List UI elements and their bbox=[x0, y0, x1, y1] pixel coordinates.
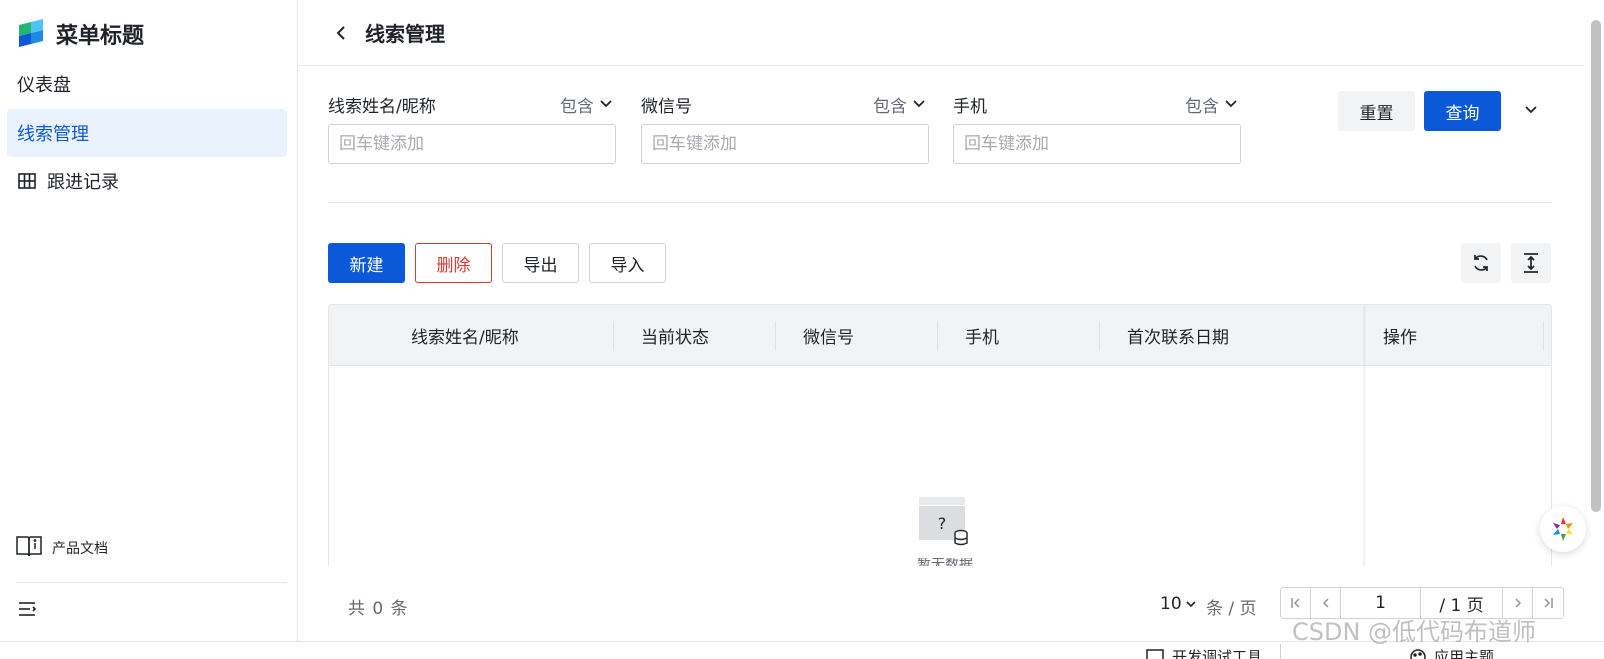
import-button[interactable]: 导入 bbox=[589, 243, 666, 283]
product-docs-link[interactable]: 产品文档 bbox=[16, 534, 108, 562]
sidebar: 菜单标题 仪表盘 线索管理 跟进记录 产品文档 bbox=[0, 0, 298, 641]
empty-text: 暂无数据 bbox=[917, 558, 973, 566]
query-button[interactable]: 查询 bbox=[1424, 91, 1501, 131]
delete-button[interactable]: 删除 bbox=[415, 243, 492, 283]
chevron-right-icon bbox=[1514, 598, 1521, 608]
column-resizer[interactable] bbox=[937, 321, 938, 351]
last-page-button[interactable] bbox=[1533, 588, 1563, 618]
chevron-left-icon bbox=[1322, 598, 1329, 608]
sidebar-item-leads[interactable]: 线索管理 bbox=[7, 109, 287, 157]
total-count: 共 0 条 bbox=[348, 599, 409, 619]
dev-tools-label: 开发调试工具 bbox=[1172, 648, 1263, 659]
app-title: 菜单标题 bbox=[56, 24, 145, 49]
sidebar-item-follow-up[interactable]: 跟进记录 bbox=[7, 157, 287, 205]
logo-icon bbox=[16, 19, 46, 49]
operator-select[interactable]: 包含 bbox=[873, 92, 925, 117]
column-header[interactable]: 操作 bbox=[1383, 305, 1417, 365]
empty-data-icon: ? bbox=[919, 497, 969, 549]
operator-value: 包含 bbox=[1185, 96, 1219, 117]
chevron-down-icon bbox=[1225, 100, 1237, 108]
palette-icon bbox=[1410, 648, 1426, 659]
sidebar-item-label: 跟进记录 bbox=[47, 172, 119, 193]
empty-glyph: ? bbox=[938, 514, 947, 533]
page-size-unit: 条 / 页 bbox=[1206, 599, 1257, 619]
grid-icon bbox=[17, 171, 37, 191]
column-resizer[interactable] bbox=[1543, 321, 1544, 351]
sidebar-divider bbox=[16, 582, 287, 583]
sidebar-item-dashboard[interactable]: 仪表盘 bbox=[7, 60, 287, 108]
row-height-button[interactable] bbox=[1511, 243, 1551, 283]
fixed-column-shadow bbox=[1363, 305, 1367, 566]
page-header: 线索管理 bbox=[299, 0, 1584, 66]
column-header[interactable]: 首次联系日期 bbox=[1127, 305, 1229, 365]
column-resizer[interactable] bbox=[1099, 321, 1100, 351]
operator-select[interactable]: 包含 bbox=[1185, 92, 1237, 117]
column-resizer[interactable] bbox=[775, 321, 776, 351]
bottom-bar-divider bbox=[1280, 644, 1281, 659]
assistant-icon bbox=[1553, 517, 1573, 541]
scrollbar-thumb[interactable] bbox=[1591, 20, 1601, 512]
column-header[interactable]: 手机 bbox=[965, 305, 999, 365]
reset-button[interactable]: 重置 bbox=[1338, 91, 1415, 131]
chevron-down-icon bbox=[913, 100, 925, 108]
expand-filters-icon[interactable] bbox=[1521, 100, 1541, 120]
assistant-button[interactable] bbox=[1540, 506, 1586, 552]
refresh-icon bbox=[1474, 255, 1488, 271]
monitor-icon bbox=[1146, 648, 1164, 659]
export-button[interactable]: 导出 bbox=[502, 243, 579, 283]
page-size-select[interactable]: 10 bbox=[1160, 594, 1196, 614]
table-header: 线索姓名/昵称 当前状态 微信号 手机 首次联系日期 操作 bbox=[329, 305, 1551, 366]
book-icon bbox=[16, 534, 42, 562]
filter-divider bbox=[328, 202, 1552, 203]
dev-tools-button[interactable]: 开发调试工具 bbox=[1146, 646, 1262, 659]
last-page-icon bbox=[1544, 598, 1553, 608]
column-header[interactable]: 微信号 bbox=[803, 305, 854, 365]
theme-label: 应用主题 bbox=[1434, 648, 1495, 659]
leads-table: 线索姓名/昵称 当前状态 微信号 手机 首次联系日期 操作 ? 暂无数据 bbox=[328, 304, 1552, 566]
lead-name-input[interactable] bbox=[328, 124, 616, 164]
operator-value: 包含 bbox=[560, 96, 594, 117]
filter-label: 手机 bbox=[953, 96, 987, 117]
column-resizer[interactable] bbox=[613, 321, 614, 351]
chevron-down-icon bbox=[1186, 600, 1196, 607]
new-button[interactable]: 新建 bbox=[328, 243, 405, 283]
column-header[interactable]: 线索姓名/昵称 bbox=[411, 305, 519, 365]
column-height-icon bbox=[1524, 253, 1538, 273]
first-page-icon bbox=[1290, 598, 1300, 608]
wechat-input[interactable] bbox=[641, 124, 929, 164]
theme-button[interactable]: 应用主题 bbox=[1410, 646, 1494, 659]
page-title: 线索管理 bbox=[365, 22, 445, 46]
operator-select[interactable]: 包含 bbox=[560, 92, 612, 117]
filter-lead-name: 线索姓名/昵称 包含 bbox=[328, 90, 616, 164]
filter-phone: 手机 包含 bbox=[953, 90, 1241, 164]
watermark: CSDN @低代码布道师 bbox=[1292, 618, 1537, 646]
filter-wechat: 微信号 包含 bbox=[641, 90, 929, 164]
sidebar-item-label: 仪表盘 bbox=[17, 75, 71, 96]
filter-label: 线索姓名/昵称 bbox=[328, 96, 436, 117]
chevron-down-icon bbox=[600, 100, 612, 108]
operator-value: 包含 bbox=[873, 96, 907, 117]
product-docs-label: 产品文档 bbox=[52, 541, 108, 557]
menu-collapse-icon[interactable] bbox=[18, 600, 38, 620]
page-scrollbar[interactable] bbox=[1586, 0, 1604, 641]
column-header[interactable]: 当前状态 bbox=[641, 305, 709, 365]
back-icon[interactable] bbox=[331, 23, 351, 43]
sidebar-item-label: 线索管理 bbox=[17, 124, 89, 145]
phone-input[interactable] bbox=[953, 124, 1241, 164]
filter-label: 微信号 bbox=[641, 96, 692, 117]
app-logo: 菜单标题 bbox=[16, 18, 144, 50]
page-size-value: 10 bbox=[1160, 594, 1182, 614]
refresh-button[interactable] bbox=[1461, 243, 1501, 283]
